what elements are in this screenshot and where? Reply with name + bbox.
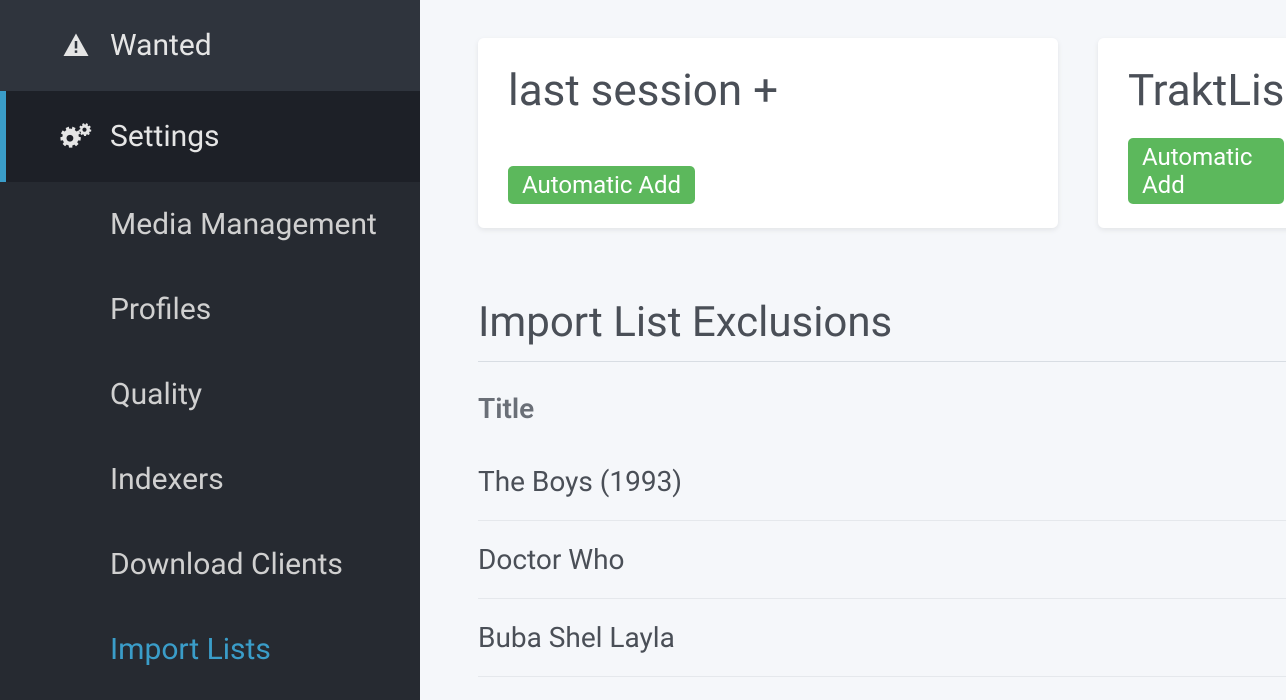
import-list-card[interactable]: TraktLis Automatic Add (1098, 38, 1286, 228)
sidebar-subitem-import-lists[interactable]: Import Lists (0, 607, 420, 692)
import-list-card[interactable]: last session + Automatic Add (478, 38, 1058, 228)
sidebar-subitem-label: Profiles (110, 292, 211, 327)
exclusion-title: Doctor Who (478, 543, 625, 576)
main-content: last session + Automatic Add TraktLis Au… (420, 0, 1286, 700)
gears-icon (56, 122, 96, 152)
sidebar-subitem-label: Indexers (110, 462, 224, 497)
sidebar-subitem-download-clients[interactable]: Download Clients (0, 522, 420, 607)
sidebar-item-wanted[interactable]: Wanted (0, 0, 420, 91)
sidebar: Wanted Settings Media Management Profile… (0, 0, 420, 700)
sidebar-subitem-quality[interactable]: Quality (0, 352, 420, 437)
table-row[interactable]: The Boys (1993) (478, 443, 1286, 521)
automatic-add-badge: Automatic Add (1128, 138, 1284, 204)
sidebar-item-label: Wanted (110, 28, 212, 63)
card-title: TraktLis (1128, 64, 1284, 116)
sidebar-subitem-label: Media Management (110, 207, 377, 242)
table-row[interactable]: Buba Shel Layla (478, 599, 1286, 677)
sidebar-item-label: Settings (110, 119, 220, 154)
table-row[interactable]: Doctor Who (478, 521, 1286, 599)
table-header-title: Title (478, 362, 1286, 443)
sidebar-subitem-label: Download Clients (110, 547, 343, 582)
sidebar-item-settings[interactable]: Settings (0, 91, 420, 182)
sidebar-subitem-indexers[interactable]: Indexers (0, 437, 420, 522)
sidebar-subitem-label: Import Lists (110, 632, 271, 667)
automatic-add-badge: Automatic Add (508, 166, 695, 204)
warning-icon (56, 31, 96, 61)
section-title-exclusions: Import List Exclusions (478, 298, 1286, 362)
card-title: last session + (508, 64, 1028, 116)
sidebar-subitem-media-management[interactable]: Media Management (0, 182, 420, 267)
exclusion-title: Buba Shel Layla (478, 621, 675, 654)
sidebar-subitem-label: Quality (110, 377, 202, 412)
import-list-cards: last session + Automatic Add TraktLis Au… (478, 38, 1286, 228)
exclusion-title: The Boys (1993) (478, 465, 682, 498)
sidebar-subitem-profiles[interactable]: Profiles (0, 267, 420, 352)
